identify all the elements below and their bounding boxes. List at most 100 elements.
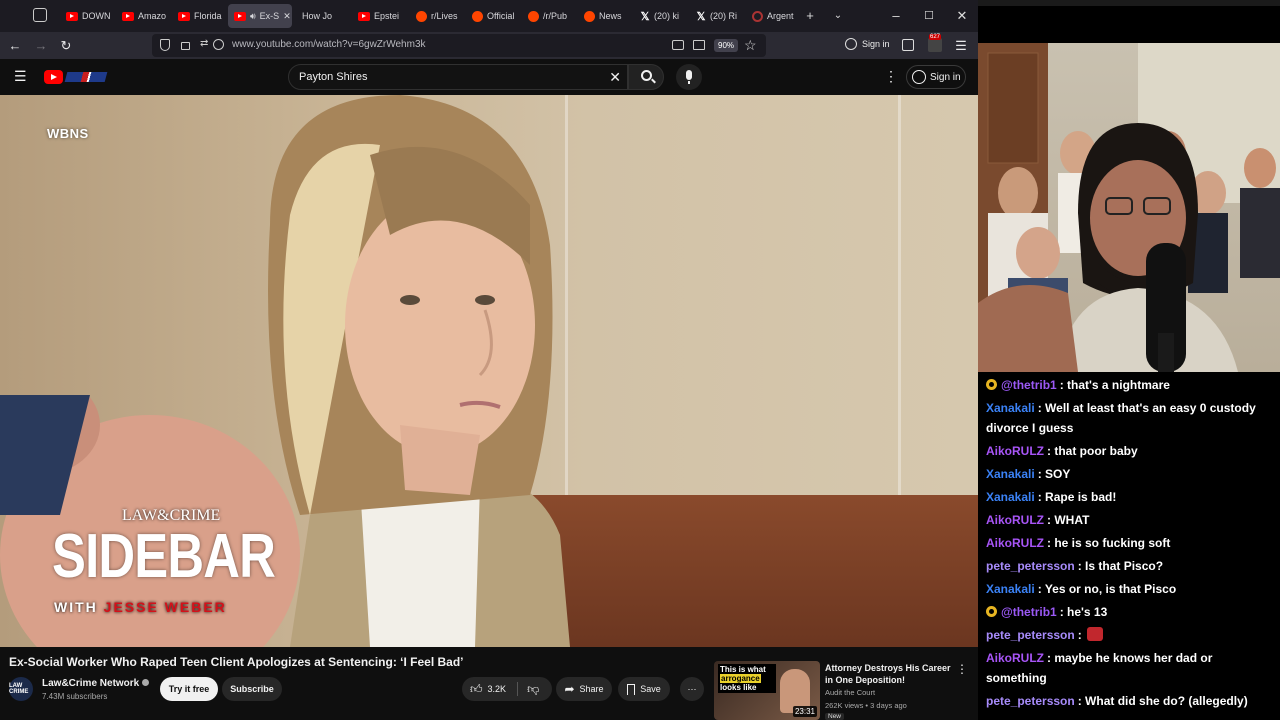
tab-label: /r/Pub (543, 11, 568, 21)
argentina-favicon-icon (752, 10, 763, 22)
search-box[interactable]: ✕ (288, 64, 628, 90)
autoplay-blocked-icon[interactable] (213, 39, 224, 50)
try-it-free-button[interactable]: Try it free (160, 677, 218, 701)
search-button[interactable] (628, 64, 664, 90)
forward-icon[interactable]: → (31, 36, 51, 56)
chat-message: AikoRULZ: that poor baby (986, 441, 1272, 461)
tab-13[interactable]: Argent (746, 4, 798, 28)
settings-more-icon[interactable]: ⋮ (884, 68, 898, 85)
maximize-icon[interactable]: ☐ (919, 6, 939, 26)
address-bar[interactable]: ⇄ www.youtube.com/watch?v=6gwZrWehm3k 90… (152, 34, 766, 57)
chat-username[interactable]: pete_petersson (986, 559, 1075, 573)
permissions-icon[interactable]: ⇄ (200, 38, 208, 49)
tab-9[interactable]: /r/Pub (522, 4, 574, 28)
tab-4[interactable]: 🔊︎ Ex-S ✕ (228, 4, 292, 28)
tab-7[interactable]: r/Lives (410, 4, 460, 28)
chat-username[interactable]: AikoRULZ (986, 513, 1044, 527)
thumbnail-caption-1: This is what (720, 665, 766, 674)
tab-10[interactable]: News (578, 4, 630, 28)
tab-label: Florida (194, 11, 222, 21)
subscriber-badge-icon (986, 606, 997, 617)
picture-in-picture-icon[interactable] (672, 40, 684, 50)
tab-5[interactable]: How Jo (296, 4, 346, 28)
back-icon[interactable]: ← (5, 36, 25, 56)
tab-label: How Jo (302, 11, 333, 21)
recommended-menu-icon[interactable]: ⋮ (956, 662, 968, 676)
tab-8[interactable]: Official (466, 4, 516, 28)
chat-message: Xanakali: SOY (986, 464, 1272, 484)
lock-icon[interactable] (181, 42, 190, 50)
tab-6[interactable]: Epstei (352, 4, 402, 28)
tab-1[interactable]: DOWN (60, 4, 110, 28)
show-subtitle: WITH JESSE WEBER (54, 599, 227, 615)
recommended-title[interactable]: Attorney Destroys His Career in One Depo… (825, 662, 955, 686)
subscribe-button[interactable]: Subscribe (222, 677, 282, 701)
shield-icon[interactable] (160, 39, 170, 51)
webcam-feed (978, 43, 1280, 372)
youtube-signin-button[interactable]: Sign in (906, 65, 966, 89)
tab-label: Official (487, 11, 515, 21)
chat-text: : that's a nightmare (1059, 378, 1170, 392)
user-circle-icon (912, 70, 926, 84)
reader-view-icon[interactable] (693, 40, 705, 50)
chat-username[interactable]: @thetrib1 (1001, 378, 1057, 392)
minimize-icon[interactable]: – (886, 6, 906, 26)
chat-username[interactable]: AikoRULZ (986, 536, 1044, 550)
chat-username[interactable]: pete_petersson (986, 628, 1075, 642)
share-button[interactable]: ➦ Share (556, 677, 612, 701)
clear-search-icon[interactable]: ✕ (609, 69, 621, 86)
url-text: www.youtube.com/watch?v=6gwZrWehm3k (232, 39, 426, 50)
account-signin-label: Sign in (862, 39, 890, 49)
like-count: 3.2K (487, 684, 507, 694)
bookmark-icon (627, 683, 636, 695)
speaker-icon[interactable]: 🔊︎ (250, 11, 256, 22)
tab-12[interactable]: 𝕏 (20) Ri (690, 4, 742, 28)
chat-username[interactable]: Xanakali (986, 401, 1035, 415)
tab-label: Amazo (138, 11, 166, 21)
channel-name[interactable]: Law&Crime Network (42, 678, 150, 689)
like-dislike-control[interactable]: 👍︎ 3.2K 👎︎ (462, 677, 552, 701)
search-input[interactable] (299, 69, 599, 85)
chat-username[interactable]: AikoRULZ (986, 651, 1044, 665)
thumbs-down-icon[interactable]: 👎︎ (527, 682, 539, 697)
close-window-icon[interactable]: ✕ (952, 6, 972, 26)
save-button[interactable]: Save (618, 677, 670, 701)
recommended-channel[interactable]: Audit the Court (825, 688, 875, 697)
chat-username[interactable]: Xanakali (986, 467, 1035, 481)
video-player[interactable]: WBNS LAW&CRIME SIDEBAR WITH JESSE WEBER (0, 95, 978, 647)
chat-username[interactable]: pete_petersson (986, 694, 1075, 708)
recommended-thumbnail[interactable]: This is what arrogance looks like 23:31 (714, 661, 820, 720)
youtube-favicon-icon (358, 11, 370, 21)
close-tab-icon[interactable]: ✕ (283, 11, 291, 22)
zoom-level[interactable]: 90% (714, 39, 739, 52)
chat-username[interactable]: @thetrib1 (1001, 605, 1057, 619)
app-menu-icon[interactable]: ☰ (951, 36, 971, 56)
chat-message: @thetrib1: that's a nightmare (986, 375, 1272, 395)
bookmark-star-icon[interactable]: ☆ (744, 37, 757, 54)
navigation-bar: ← → ↻ ⇄ www.youtube.com/watch?v=6gwZrWeh… (0, 32, 978, 59)
tab-2[interactable]: Amazo (116, 4, 166, 28)
news-watermark: WBNS (47, 126, 89, 141)
more-actions-button[interactable]: ⋯ (680, 677, 704, 701)
tab-11[interactable]: 𝕏 (20) ki (634, 4, 686, 28)
guide-menu-icon[interactable]: ☰ (14, 68, 27, 85)
tab-list-chevron-icon[interactable]: ⌄ (828, 6, 848, 26)
new-tab-icon[interactable]: + (800, 6, 820, 26)
extension-badge-icon[interactable]: 627 (928, 34, 942, 52)
thumbs-up-icon[interactable]: 👍︎ (470, 682, 483, 697)
chat-username[interactable]: Xanakali (986, 490, 1035, 504)
tab-overview-icon[interactable] (33, 8, 47, 22)
tab-3[interactable]: Florida (172, 4, 222, 28)
account-signin[interactable]: Sign in (845, 38, 890, 50)
chat-username[interactable]: AikoRULZ (986, 444, 1044, 458)
reload-icon[interactable]: ↻ (56, 36, 76, 56)
subscriber-badge-icon (986, 379, 997, 390)
voice-search-button[interactable] (676, 64, 702, 90)
chat-text: : he is so fucking soft (1047, 536, 1171, 550)
channel-avatar[interactable]: LAW CRIME (9, 677, 33, 701)
account-icon (845, 38, 857, 50)
youtube-logo[interactable] (44, 70, 108, 84)
chat-message: pete_petersson: What did she do? (allege… (986, 691, 1272, 711)
extensions-icon[interactable] (902, 39, 914, 51)
chat-username[interactable]: Xanakali (986, 582, 1035, 596)
